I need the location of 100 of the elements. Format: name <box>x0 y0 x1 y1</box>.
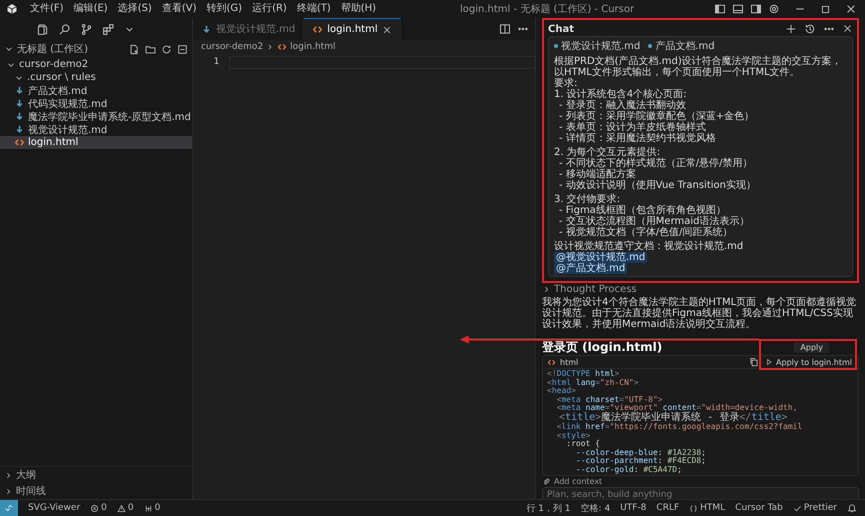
thought-process-toggle[interactable]: Thought Process <box>542 284 859 295</box>
message-text: - 视觉规范文档（字体/色值/间距系统） <box>558 227 733 238</box>
html-file-icon <box>14 137 25 148</box>
error-count[interactable]: 0 <box>90 503 107 513</box>
section-header[interactable]: 大纲 <box>0 467 192 483</box>
message-text: - 交互状态流程图（用Mermaid语法表示） <box>558 216 750 227</box>
code-line: --color-gold: #C5A47D; <box>574 466 683 474</box>
message-text: 根据PRD文档(产品文档.md)设计符合魔法学院主题的交互方案，以HTML文件形式输出，每个页面使用一个HTML文件。 <box>554 56 842 78</box>
panel-toggle-icon[interactable] <box>732 3 744 15</box>
extensions-icon[interactable] <box>102 22 115 36</box>
sidebar-toggle-icon[interactable] <box>714 3 726 15</box>
status-item[interactable]: Cursor Tab <box>735 503 783 513</box>
code-line: <html lang="zh-CN"> <box>547 378 640 387</box>
chat-title: Chat <box>548 24 575 34</box>
section-header[interactable]: 时间线 <box>0 483 192 499</box>
settings-icon[interactable] <box>768 3 780 15</box>
markdown-file-icon <box>201 24 212 34</box>
workspace-title: 无标题 (工作区) <box>17 42 89 56</box>
file-tree-item[interactable]: 代码实现规范.md <box>0 97 192 110</box>
formatter-icon <box>792 504 802 512</box>
menu-item[interactable]: 查看(V) <box>158 1 200 17</box>
message-text: - 动效设计说明（使用Vue Transition实现） <box>558 180 756 191</box>
message-text: - 表单页：设计为羊皮纸卷轴样式 <box>558 122 706 133</box>
copy-icon[interactable] <box>749 357 760 367</box>
reply-text: 我将为您设计4个符合魔法学院主题的HTML页面，每个页面都遵循视觉设计规范。由于无法直接提供Figma线框图，我会通过HTML/CSS实现设计效果，并使用Mermaid语法说明交互流程。 <box>542 297 858 330</box>
new-chat-icon[interactable] <box>785 23 797 35</box>
breadcrumb-item[interactable]: login.html <box>290 42 336 52</box>
message-text: 要求: <box>554 78 578 89</box>
context-chip[interactable]: 产品文档.md <box>648 39 715 53</box>
file-tree-item[interactable]: login.html <box>0 136 192 149</box>
history-icon[interactable] <box>804 23 816 35</box>
reply-heading: 登录页 (login.html) <box>542 340 662 354</box>
code-line: <!DOCTYPE html> <box>547 370 620 378</box>
remote-icon <box>4 503 14 513</box>
line-number: 1 <box>212 57 220 67</box>
status-item[interactable]: CRLF <box>656 503 680 513</box>
markdown-file-icon <box>14 111 25 122</box>
message-text: 1. 设计系统包含4个核心页面: <box>554 89 686 100</box>
code-line: <link href="https://fonts.googleapis.com/css2?famil <box>556 423 804 432</box>
editor-tab[interactable]: login.html <box>304 18 401 40</box>
window-title: login.html - 无标题 (工作区) - Cursor <box>460 2 634 16</box>
warning-count[interactable]: 0 <box>116 503 134 513</box>
menu-item[interactable]: 文件(F) <box>26 1 68 17</box>
message-text: - 列表页：采用学院徽章配色（深蓝+金色） <box>558 111 754 122</box>
close-icon[interactable] <box>845 3 857 15</box>
code-line: <title>魔法学院毕业申请系统 - 登录</title> <box>558 412 788 422</box>
close-icon[interactable] <box>382 24 392 34</box>
play-icon <box>765 358 774 366</box>
split-editor-icon[interactable] <box>499 23 511 35</box>
menu-item[interactable]: 运行(R) <box>248 1 291 17</box>
new-folder-icon[interactable] <box>145 44 156 54</box>
file-tree-item[interactable]: .cursor \ rules <box>0 71 192 84</box>
bell-icon[interactable] <box>847 503 857 513</box>
menu-item[interactable]: 终端(T) <box>292 1 335 17</box>
branch-icon[interactable] <box>80 22 93 36</box>
formatter-status[interactable]: Prettier <box>792 503 837 513</box>
message-text: 2. 为每个交互元素提供: <box>554 147 660 158</box>
status-item[interactable]: 行 1，列 1 <box>526 502 571 514</box>
html-file-icon <box>277 42 288 52</box>
add-context-button[interactable]: Add context <box>542 477 859 486</box>
new-file-icon[interactable] <box>129 44 140 54</box>
message-text: 3. 交付物要求: <box>554 194 620 205</box>
chat-input-field[interactable]: Plan, search, build anything <box>542 487 859 499</box>
message-text: - Figma线框图（包含所有角色视图） <box>558 205 726 216</box>
close-icon[interactable] <box>842 23 853 34</box>
menu-item[interactable]: 选择(S) <box>114 1 156 17</box>
language-icon <box>689 504 698 512</box>
file-tree-item[interactable]: 视觉设计规范.md <box>0 123 192 136</box>
markdown-file-icon <box>14 124 25 135</box>
file-tree-item[interactable]: 产品文档.md <box>0 84 192 97</box>
status-item[interactable]: 空格: 4 <box>580 502 610 514</box>
file-mention[interactable]: @产品文档.md <box>554 263 628 274</box>
file-tree-item[interactable]: cursor-demo2 <box>0 58 192 71</box>
remote-indicator[interactable] <box>0 500 18 516</box>
message-text: - 移动端适配方案 <box>558 169 636 180</box>
markdown-file-icon <box>14 85 25 96</box>
code-line: --color-parchment: #F4ECD8; <box>574 457 707 466</box>
breadcrumb-item[interactable]: cursor-demo2 <box>201 42 264 52</box>
code-line: :root { <box>566 440 601 448</box>
file-tree-item[interactable]: 魔法学院毕业申请系统-原型文档.md <box>0 110 192 123</box>
refresh-icon[interactable] <box>161 44 172 54</box>
status-item[interactable]: SVG-Viewer <box>28 503 80 513</box>
menu-item[interactable]: 转到(G) <box>202 1 246 17</box>
code-language: html <box>560 358 578 366</box>
menu-item[interactable]: 编辑(E) <box>70 1 112 17</box>
explorer-icon[interactable] <box>36 22 49 36</box>
search-icon[interactable] <box>58 22 71 36</box>
file-mention[interactable]: @视觉设计规范.md <box>554 252 648 263</box>
context-chip[interactable]: 视觉设计规范.md <box>554 39 640 53</box>
language-mode[interactable]: HTML <box>689 503 726 513</box>
maximize-icon[interactable] <box>820 4 831 14</box>
warnings-icon <box>116 504 126 512</box>
apply-button[interactable]: Apply to login.html <box>763 358 854 366</box>
status-item[interactable]: UTF-8 <box>620 503 646 513</box>
menu-item[interactable]: 帮助(H) <box>336 1 380 17</box>
secondary-sidebar-toggle-icon[interactable] <box>750 3 762 15</box>
message-text: - 登录页：融入魔法书翻动效 <box>558 100 686 111</box>
collapse-icon[interactable] <box>177 44 188 54</box>
ports-count[interactable]: 0 <box>144 503 160 513</box>
html-file-icon <box>312 24 324 35</box>
